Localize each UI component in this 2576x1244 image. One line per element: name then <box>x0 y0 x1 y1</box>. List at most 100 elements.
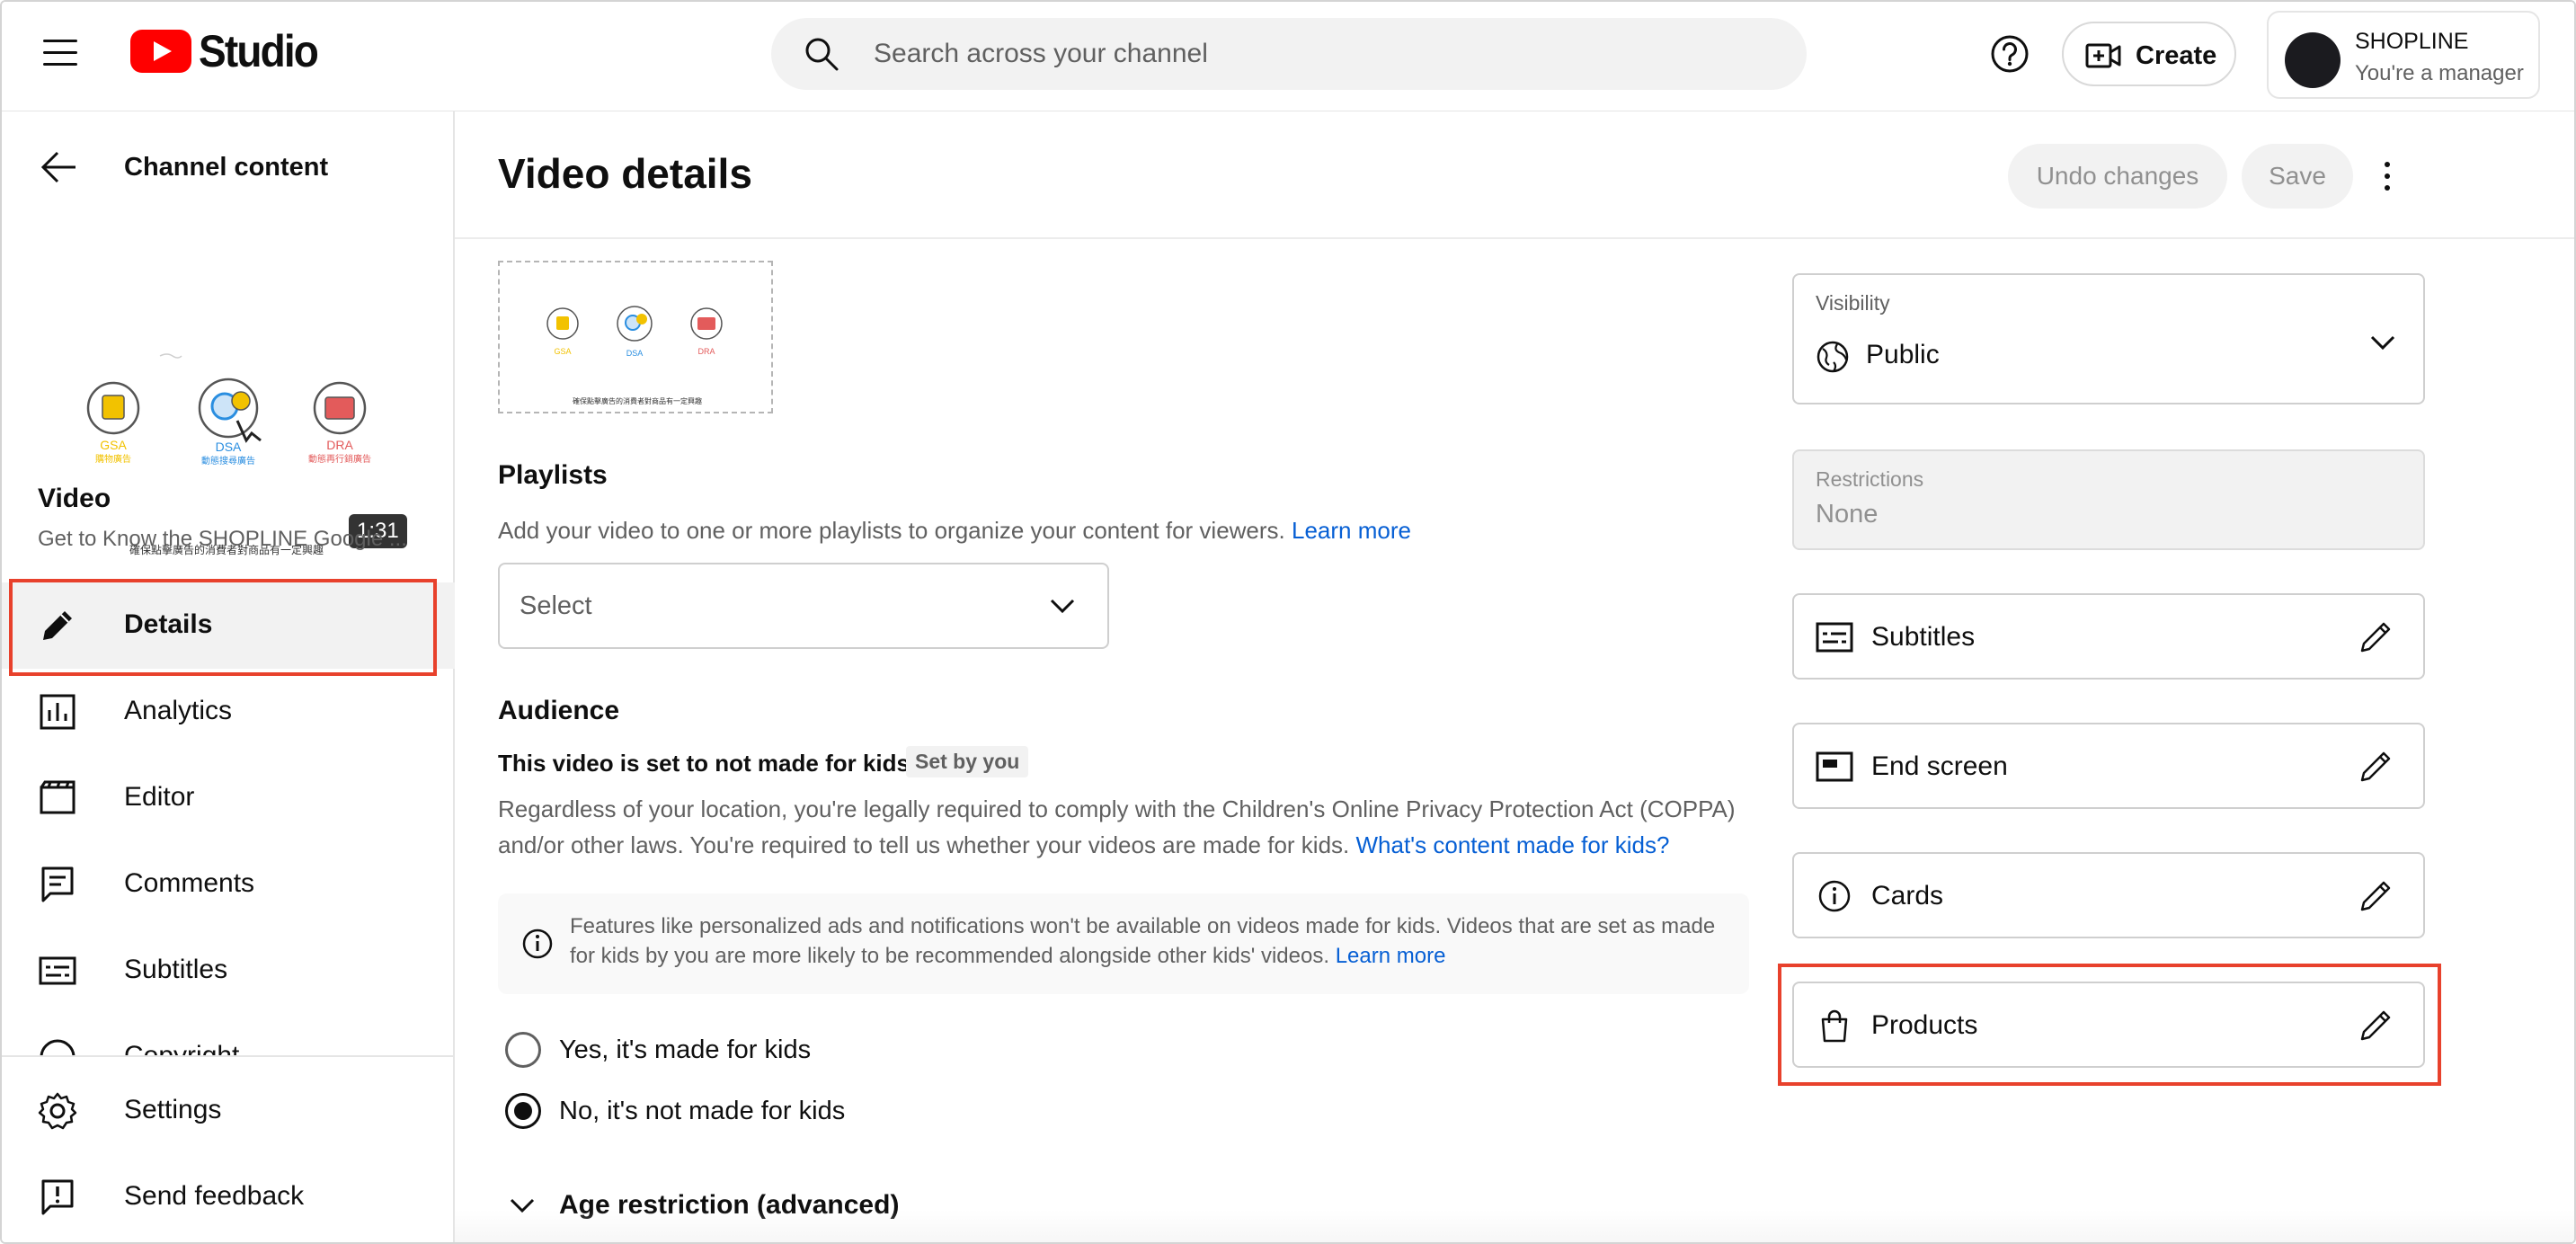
set-by-you-badge: Set by you <box>906 746 1029 778</box>
info-icon <box>522 929 553 959</box>
audience-heading: Audience <box>498 696 620 725</box>
create-button[interactable]: Create <box>2062 22 2236 86</box>
gear-icon <box>38 1092 77 1130</box>
visibility-value: Public <box>1866 340 1940 369</box>
subtitles-card-label: Subtitles <box>1871 622 1976 652</box>
kids-info-learn-more-link[interactable]: Learn more <box>1336 944 1446 968</box>
top-bar: Studio Create SHOPLINE Yo <box>2 2 2574 111</box>
sidebar-item-copyright[interactable]: Copyright <box>2 1014 455 1055</box>
radio-no[interactable] <box>505 1093 541 1129</box>
made-for-kids-link[interactable]: What's content made for kids? <box>1356 831 1670 858</box>
dsa-label: DSA <box>216 440 242 454</box>
app-window: Studio Create SHOPLINE Yo <box>0 0 2576 1244</box>
search-input[interactable] <box>874 31 1772 77</box>
globe-icon <box>1817 341 1849 373</box>
sidebar-item-send-feedback[interactable]: Send feedback <box>2 1154 455 1240</box>
gsa-label: GSA <box>100 438 127 452</box>
preview-dsa-label: DSA <box>626 349 644 358</box>
sidebar-item-editor[interactable]: Editor <box>2 755 455 841</box>
kids-info-body: Features like personalized ads and notif… <box>570 914 1716 968</box>
avatar <box>2285 32 2341 88</box>
back-arrow-icon[interactable] <box>40 149 79 185</box>
preview-caption: 確保點擊廣告的消費者對商品有一定興趣 <box>573 396 702 405</box>
subtitles-card[interactable]: Subtitles <box>1792 593 2425 680</box>
search-bar[interactable] <box>771 18 1807 90</box>
cards-card[interactable]: Cards <box>1792 852 2425 938</box>
info-icon <box>1818 880 1851 912</box>
sidebar: Channel content GSA 購物廣告 DSA 動態搜尋廣告 DRA … <box>2 111 455 1242</box>
thumbnail-preview[interactable]: GSA DSA DRA 確保點擊廣告的消費者對商品有一定興趣 <box>498 261 773 413</box>
made-for-kids-no-option[interactable]: No, it's not made for kids <box>498 1089 947 1133</box>
edit-pencil-icon[interactable] <box>2357 748 2394 786</box>
edit-pencil-icon[interactable] <box>2357 618 2394 656</box>
restrictions-label: Restrictions <box>1816 467 1924 491</box>
radio-yes[interactable] <box>505 1032 541 1068</box>
kids-info-box: Features like personalized ads and notif… <box>498 893 1749 994</box>
edit-pencil-icon[interactable] <box>2357 1007 2394 1044</box>
shopping-bag-icon <box>1821 1009 1848 1043</box>
coppa-description: Regardless of your location, you're lega… <box>498 791 1774 863</box>
products-card-label: Products <box>1871 1010 1978 1040</box>
made-for-kids-yes-option[interactable]: Yes, it's made for kids <box>498 1028 947 1071</box>
restrictions-value: None <box>1816 500 1879 529</box>
sidebar-item-details[interactable]: Details <box>2 582 455 669</box>
comments-icon <box>41 866 74 902</box>
video-label: Video <box>38 484 111 513</box>
playlist-select[interactable]: Select <box>498 563 1109 649</box>
studio-wordmark: Studio <box>199 26 319 76</box>
radio-no-label: No, it's not made for kids <box>559 1097 846 1125</box>
coppa-text-line2-wrap: and/or other laws. You're required to te… <box>498 827 1774 863</box>
end-screen-icon <box>1816 751 1853 782</box>
help-icon[interactable] <box>1990 34 2030 74</box>
chevron-down-icon <box>1050 599 1075 614</box>
menu-icon[interactable] <box>43 38 79 67</box>
dsa-sub-label: 動態搜尋廣告 <box>201 455 255 466</box>
video-title: Get to Know the SHOPLINE Google ... <box>38 527 407 551</box>
playlist-select-value: Select <box>520 591 592 620</box>
dra-sub-label: 動態再行銷廣告 <box>308 453 371 465</box>
account-switcher[interactable]: SHOPLINE You're a manager <box>2267 11 2540 99</box>
thumbnail-preview-art: GSA DSA DRA 確保點擊廣告的消費者對商品有一定興趣 <box>546 306 723 405</box>
end-screen-card[interactable]: End screen <box>1792 723 2425 809</box>
preview-dra-label: DRA <box>697 347 715 356</box>
coppa-text-line2: and/or other laws. You're required to te… <box>498 831 1350 858</box>
kids-info-text: Features like personalized ads and notif… <box>570 911 1729 971</box>
playlists-heading: Playlists <box>498 460 608 490</box>
edit-pencil-icon[interactable] <box>2357 877 2394 915</box>
sidebar-divider <box>2 1055 453 1057</box>
editor-icon <box>40 780 76 814</box>
save-button[interactable]: Save <box>2242 144 2353 209</box>
undo-changes-button[interactable]: Undo changes <box>2008 144 2227 209</box>
sidebar-item-analytics[interactable]: Analytics <box>2 669 455 755</box>
sidebar-item-comments[interactable]: Comments <box>2 841 455 928</box>
main-content: Video details Undo changes Save GSA DSA … <box>455 111 2574 1242</box>
copyright-icon <box>40 1039 76 1055</box>
gsa-sub-label: 購物廣告 <box>95 453 131 465</box>
feedback-icon <box>41 1179 74 1215</box>
playlists-description: Add your video to one or more playlists … <box>498 512 1411 548</box>
products-card[interactable]: Products <box>1792 982 2425 1068</box>
playlists-learn-more-link[interactable]: Learn more <box>1292 517 1411 544</box>
pencil-icon <box>43 611 72 640</box>
account-role: You're a manager <box>2355 61 2524 85</box>
studio-logo[interactable]: Studio <box>130 26 328 76</box>
cards-card-label: Cards <box>1871 881 1944 911</box>
visibility-label: Visibility <box>1816 291 1890 315</box>
audience-status: This video is set to not made for kids <box>498 750 910 777</box>
search-icon <box>805 38 839 71</box>
sidebar-item-label: Analytics <box>124 696 233 725</box>
page-header: Video details Undo changes Save <box>455 111 2574 239</box>
sidebar-item-label: Comments <box>124 868 255 898</box>
channel-content-title: Channel content <box>124 153 329 182</box>
sidebar-item-subtitles[interactable]: Subtitles <box>2 928 455 1014</box>
sidebar-item-label: Subtitles <box>124 955 228 984</box>
more-options-icon[interactable] <box>2376 158 2398 194</box>
end-screen-card-label: End screen <box>1871 751 2008 781</box>
account-name: SHOPLINE <box>2355 29 2469 54</box>
add-video-icon <box>2085 43 2121 68</box>
restrictions-field: Restrictions None <box>1792 449 2425 550</box>
visibility-dropdown[interactable]: Visibility Public <box>1792 273 2425 404</box>
coppa-text-line1: Regardless of your location, you're lega… <box>498 795 1736 822</box>
subtitles-icon <box>1816 622 1853 653</box>
sidebar-item-settings[interactable]: Settings <box>2 1068 455 1154</box>
